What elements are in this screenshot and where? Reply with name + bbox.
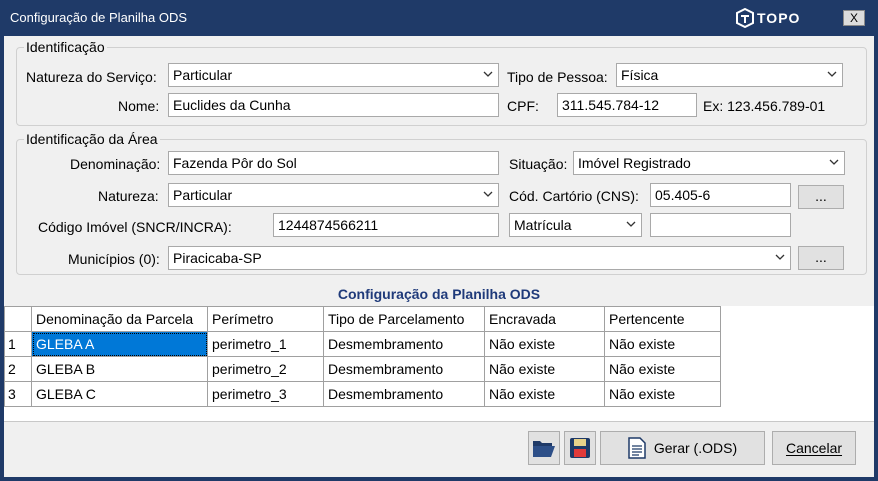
tipo-pessoa-label: Tipo de Pessoa: <box>507 69 608 85</box>
column-header-pertencente[interactable]: Pertencente <box>604 306 721 332</box>
natureza-servico-value: Particular <box>173 67 233 83</box>
row-header-corner <box>4 306 32 332</box>
title-bar: Configuração de Planilha ODS TOPO X <box>0 0 878 36</box>
gerar-ods-label: Gerar (.ODS) <box>653 440 738 456</box>
chevron-down-icon <box>775 254 785 260</box>
chevron-down-icon <box>827 71 837 77</box>
chevron-down-icon <box>626 221 636 227</box>
cell-tipo[interactable]: Desmembramento <box>323 331 485 357</box>
denominacao-input[interactable]: Fazenda Pôr do Sol <box>168 151 499 175</box>
natureza-label: Natureza: <box>98 188 159 204</box>
matricula-number-input[interactable] <box>650 213 791 237</box>
window-title: Configuração de Planilha ODS <box>10 10 188 25</box>
table-row[interactable]: 3 GLEBA C perimetro_3 Desmembramento Não… <box>4 381 721 407</box>
municipios-label: Municípios (0): <box>68 251 160 267</box>
denominacao-label: Denominação: <box>70 156 161 172</box>
situacao-select[interactable]: Imóvel Registrado <box>573 151 845 175</box>
column-header-tipo[interactable]: Tipo de Parcelamento <box>323 306 485 332</box>
row-number[interactable]: 1 <box>4 331 32 357</box>
natureza-select[interactable]: Particular <box>168 183 499 207</box>
cancel-label: Cancelar <box>785 440 843 456</box>
column-header-perimetro[interactable]: Perímetro <box>207 306 324 332</box>
cell-perimetro[interactable]: perimetro_2 <box>207 356 324 382</box>
cell-denominacao[interactable]: GLEBA A <box>31 331 208 357</box>
folder-open-icon <box>533 441 555 457</box>
cancel-button[interactable]: Cancelar <box>772 431 856 465</box>
cell-encravada[interactable]: Não existe <box>484 331 605 357</box>
matricula-select[interactable]: Matrícula <box>509 213 642 237</box>
cpf-label: CPF: <box>507 98 539 114</box>
cell-pertencente[interactable]: Não existe <box>604 381 721 407</box>
situacao-label: Situação: <box>509 156 568 172</box>
cell-pertencente[interactable]: Não existe <box>604 356 721 382</box>
close-button[interactable]: X <box>843 10 865 26</box>
municipios-browse-button[interactable]: ... <box>798 246 844 270</box>
codigo-imovel-label: Código Imóvel (SNCR/INCRA): <box>38 219 232 235</box>
municipios-value: Piracicaba-SP <box>173 250 262 266</box>
topo-logo-icon <box>736 8 754 28</box>
nome-input[interactable]: Euclides da Cunha <box>168 93 499 117</box>
cartorio-browse-button[interactable]: ... <box>798 185 844 209</box>
table-row[interactable]: 1 GLEBA A perimetro_1 Desmembramento Não… <box>4 331 721 357</box>
cell-perimetro[interactable]: perimetro_1 <box>207 331 324 357</box>
codigo-imovel-input[interactable]: 1244874566211 <box>273 213 499 237</box>
situacao-value: Imóvel Registrado <box>578 155 691 171</box>
chevron-down-icon <box>483 71 493 77</box>
cell-pertencente[interactable]: Não existe <box>604 331 721 357</box>
column-header-denominacao[interactable]: Denominação da Parcela <box>31 306 208 332</box>
dialog-body: Identificação Natureza do Serviço: Parti… <box>4 36 874 477</box>
cell-encravada[interactable]: Não existe <box>484 381 605 407</box>
tipo-pessoa-value: Física <box>621 67 659 83</box>
cell-denominacao[interactable]: GLEBA C <box>31 381 208 407</box>
cell-tipo[interactable]: Desmembramento <box>323 381 485 407</box>
floppy-disk-icon <box>570 438 590 458</box>
open-file-button[interactable] <box>528 431 560 465</box>
gerar-ods-button[interactable]: Gerar (.ODS) <box>600 431 765 465</box>
cell-denominacao[interactable]: GLEBA B <box>31 356 208 382</box>
cartorio-label: Cód. Cartório (CNS): <box>509 188 639 204</box>
table-header-row: Denominação da Parcela Perímetro Tipo de… <box>4 306 721 332</box>
identificacao-legend: Identificação <box>24 39 107 55</box>
column-header-encravada[interactable]: Encravada <box>484 306 605 332</box>
parcel-grid: Denominação da Parcela Perímetro Tipo de… <box>4 306 874 422</box>
table-row[interactable]: 2 GLEBA B perimetro_2 Desmembramento Não… <box>4 356 721 382</box>
natureza-servico-select[interactable]: Particular <box>168 63 499 87</box>
natureza-servico-label: Natureza do Serviço: <box>26 69 157 85</box>
cell-tipo[interactable]: Desmembramento <box>323 356 485 382</box>
chevron-down-icon <box>483 191 493 197</box>
grid-title: Configuração da Planilha ODS <box>337 286 541 302</box>
document-icon <box>628 437 646 459</box>
row-number[interactable]: 3 <box>4 381 32 407</box>
natureza-value: Particular <box>173 187 233 203</box>
area-legend: Identificação da Área <box>24 131 160 147</box>
municipios-select[interactable]: Piracicaba-SP <box>168 246 791 270</box>
tipo-pessoa-select[interactable]: Física <box>616 63 843 87</box>
nome-label: Nome: <box>118 98 160 114</box>
parcel-table: Denominação da Parcela Perímetro Tipo de… <box>4 306 721 407</box>
cpf-example: Ex: 123.456.789-01 <box>703 98 826 114</box>
chevron-down-icon <box>829 159 839 165</box>
cpf-input[interactable]: 311.545.784-12 <box>557 93 697 117</box>
cell-encravada[interactable]: Não existe <box>484 356 605 382</box>
topo-logo: TOPO <box>735 8 800 28</box>
logo-text: TOPO <box>757 10 801 26</box>
save-file-button[interactable] <box>564 431 596 465</box>
cell-perimetro[interactable]: perimetro_3 <box>207 381 324 407</box>
cartorio-input[interactable]: 05.405-6 <box>650 183 791 207</box>
matricula-value: Matrícula <box>514 217 572 233</box>
row-number[interactable]: 2 <box>4 356 32 382</box>
